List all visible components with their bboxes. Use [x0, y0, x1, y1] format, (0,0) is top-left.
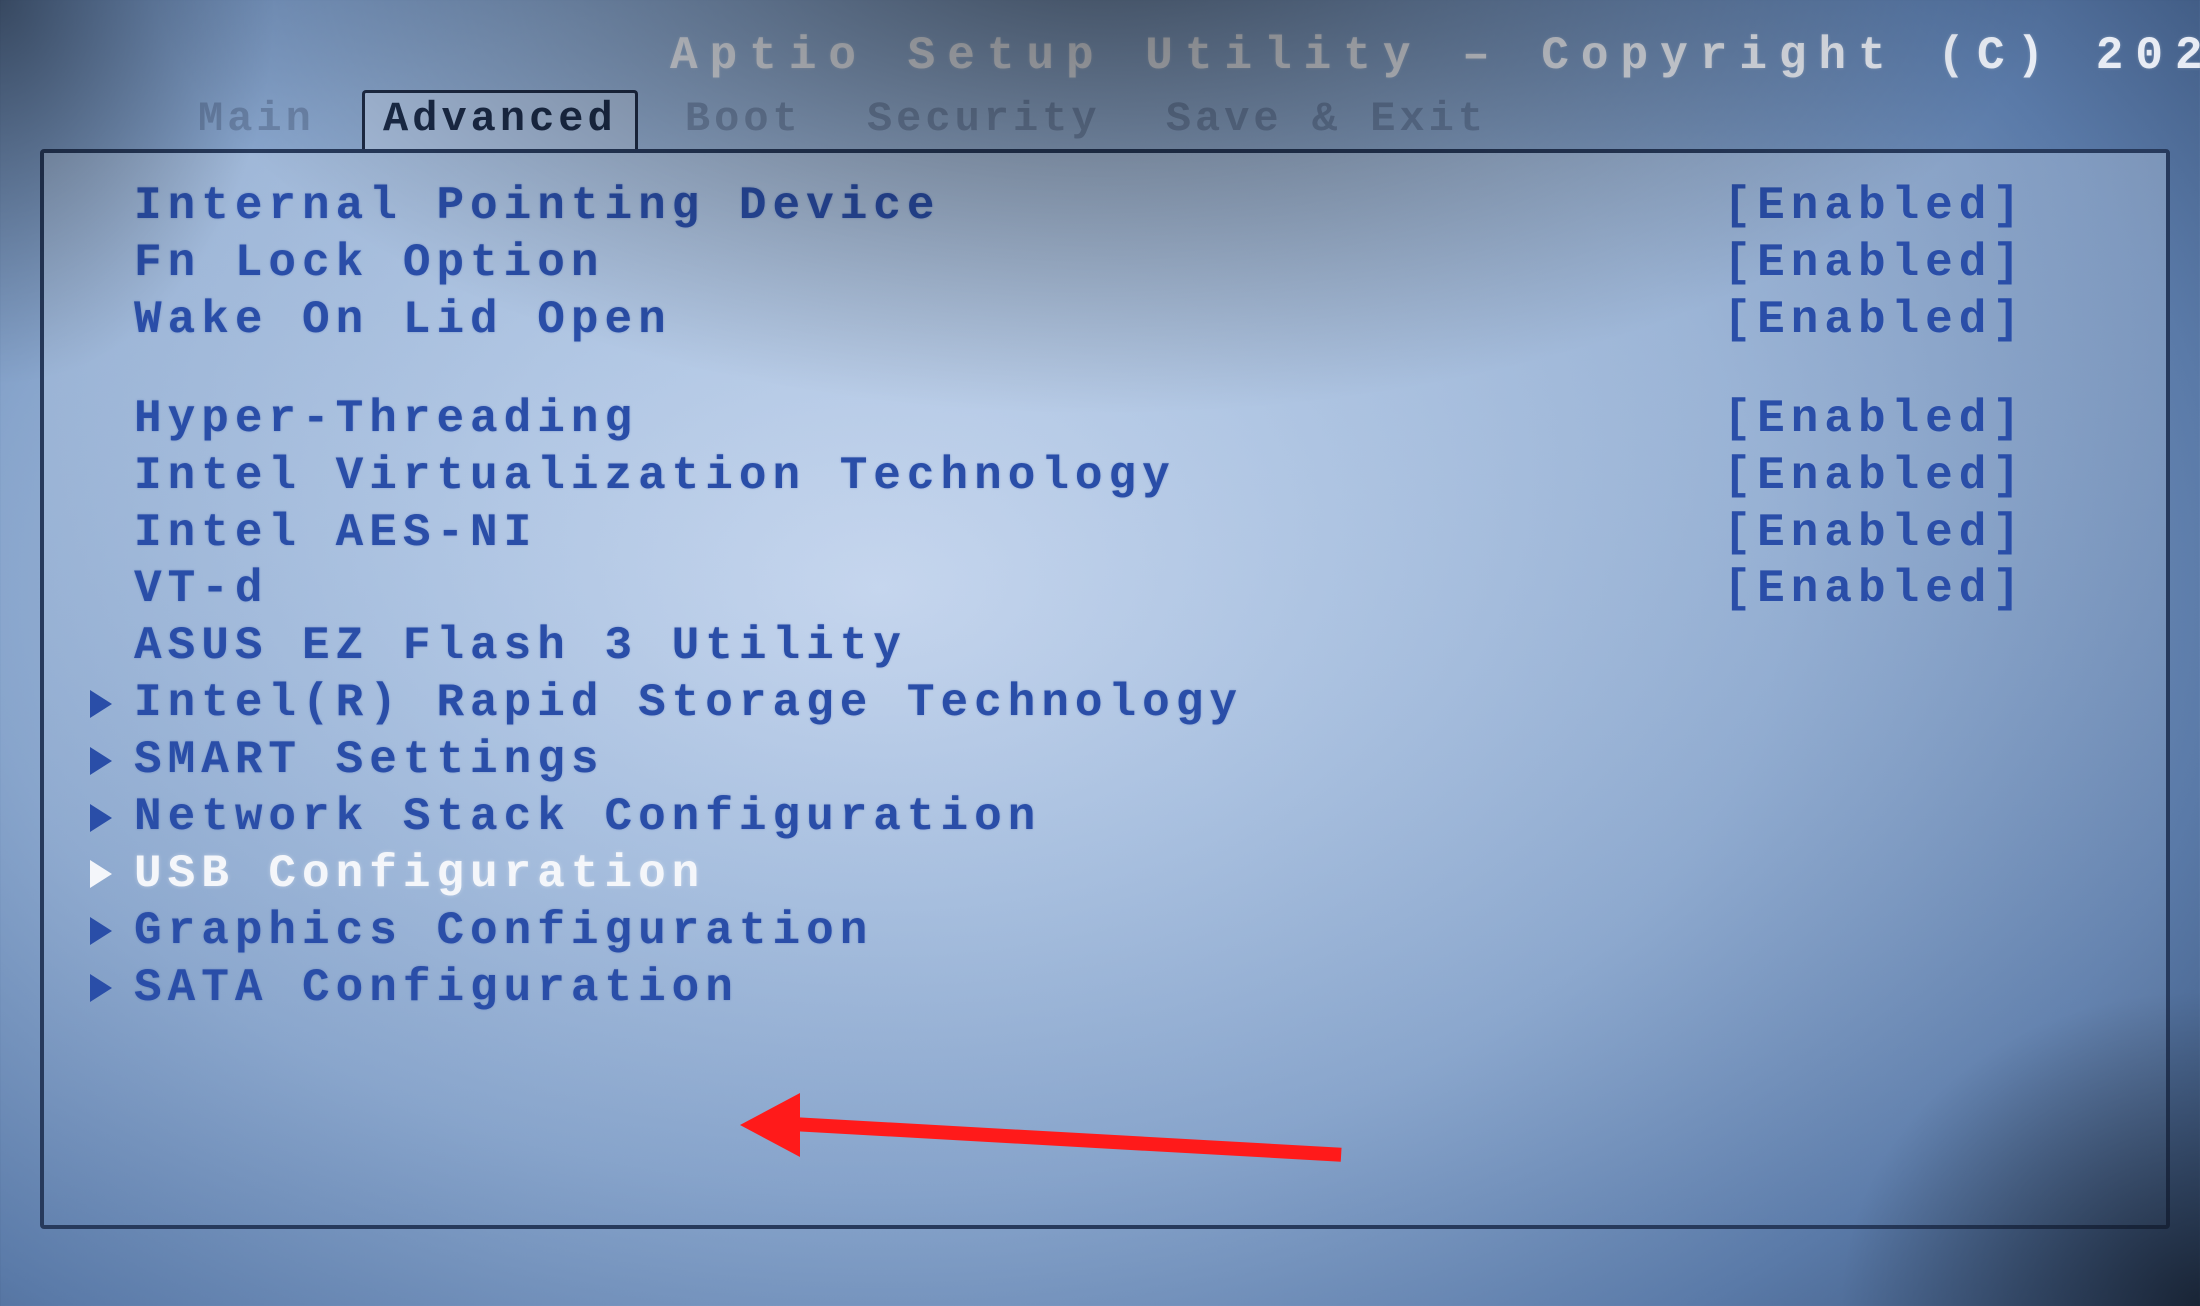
setting-label: Hyper-Threading [134, 396, 638, 443]
setting-value: [Enabled] [1724, 566, 2126, 613]
triangle-right-icon [90, 860, 112, 888]
setting-label: Intel Virtualization Technology [134, 453, 1176, 500]
tab-security[interactable]: Security [849, 93, 1119, 149]
triangle-right-icon [90, 690, 112, 718]
setting-row[interactable]: Intel AES-NI [Enabled] [134, 510, 2126, 557]
submenu-label: ASUS EZ Flash 3 Utility [134, 623, 907, 670]
submenu-label: Network Stack Configuration [134, 794, 1041, 841]
setting-value: [Enabled] [1724, 396, 2126, 443]
submenu-network-stack[interactable]: Network Stack Configuration [90, 794, 2126, 841]
setting-row[interactable]: Intel Virtualization Technology [Enabled… [134, 453, 2126, 500]
submenu-usb-configuration[interactable]: USB Configuration [90, 851, 2126, 898]
tab-bar: Main Advanced Boot Security Save & Exit [10, 90, 2200, 149]
submenu-intel-rst[interactable]: Intel(R) Rapid Storage Technology [90, 680, 2126, 727]
setting-label: VT-d [134, 566, 268, 613]
submenu-graphics[interactable]: Graphics Configuration [90, 908, 2126, 955]
triangle-right-icon [90, 804, 112, 832]
setting-value: [Enabled] [1724, 453, 2126, 500]
bios-title: Aptio Setup Utility – Copyright (C) 2021 [10, 30, 2200, 82]
setting-label: Internal Pointing Device [134, 183, 941, 230]
submenu-sata[interactable]: SATA Configuration [90, 965, 2126, 1012]
submenu-label: SMART Settings [134, 737, 604, 784]
setting-label: Wake On Lid Open [134, 297, 672, 344]
tab-boot[interactable]: Boot [667, 93, 820, 149]
submenu-label: USB Configuration [134, 851, 705, 898]
submenu-ez-flash[interactable]: ASUS EZ Flash 3 Utility [90, 623, 2126, 670]
setting-value: [Enabled] [1724, 510, 2126, 557]
tab-main[interactable]: Main [180, 93, 333, 149]
triangle-right-icon [90, 747, 112, 775]
submenu-label: SATA Configuration [134, 965, 739, 1012]
settings-panel: Internal Pointing Device [Enabled] Fn Lo… [40, 149, 2170, 1229]
setting-value: [Enabled] [1724, 240, 2126, 287]
setting-label: Intel AES-NI [134, 510, 537, 557]
setting-row[interactable]: Wake On Lid Open [Enabled] [134, 297, 2126, 344]
submenu-label: Intel(R) Rapid Storage Technology [134, 680, 1243, 727]
setting-value: [Enabled] [1724, 297, 2126, 344]
tab-save-exit[interactable]: Save & Exit [1148, 93, 1505, 149]
setting-row[interactable]: Hyper-Threading [Enabled] [134, 396, 2126, 443]
setting-row[interactable]: VT-d [Enabled] [134, 566, 2126, 613]
setting-row[interactable]: Fn Lock Option [Enabled] [134, 240, 2126, 287]
triangle-right-icon [90, 917, 112, 945]
submenu-smart[interactable]: SMART Settings [90, 737, 2126, 784]
setting-row[interactable]: Internal Pointing Device [Enabled] [134, 183, 2126, 230]
triangle-right-icon [90, 974, 112, 1002]
submenu-label: Graphics Configuration [134, 908, 873, 955]
tab-advanced[interactable]: Advanced [362, 90, 638, 149]
setting-label: Fn Lock Option [134, 240, 604, 287]
setting-value: [Enabled] [1724, 183, 2126, 230]
